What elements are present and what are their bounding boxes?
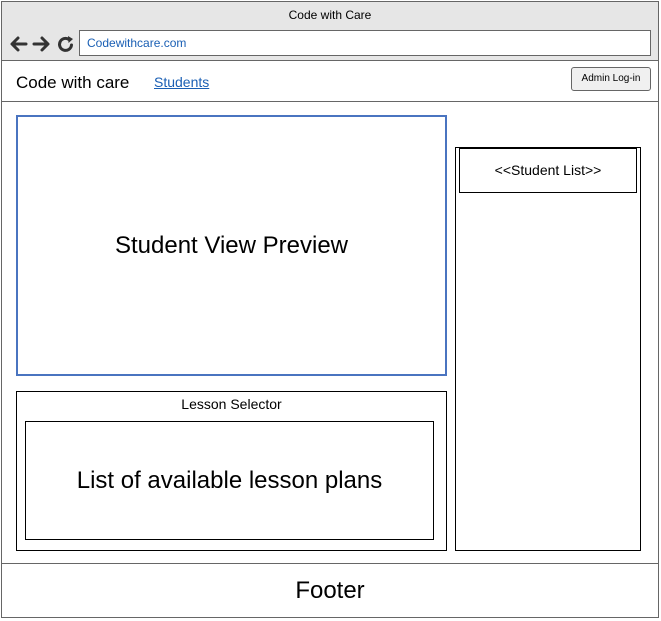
browser-window: Code with Care Codewithcare.com Code wit… xyxy=(1,1,659,618)
back-arrow-icon[interactable] xyxy=(8,34,28,54)
address-bar[interactable]: Codewithcare.com xyxy=(79,30,651,56)
lesson-selector: Lesson Selector List of available lesson… xyxy=(16,391,447,551)
lesson-plan-list-label: List of available lesson plans xyxy=(76,466,383,494)
admin-login-button[interactable]: Admin Log-in xyxy=(571,67,651,91)
students-link[interactable]: Students xyxy=(154,74,209,90)
lesson-selector-title: Lesson Selector xyxy=(181,396,282,412)
browser-toolbar: Codewithcare.com xyxy=(2,29,658,61)
refresh-icon[interactable] xyxy=(56,34,76,54)
preview-label: Student View Preview xyxy=(114,231,348,259)
site-header: Code with care Students Admin Log-in xyxy=(2,61,658,102)
page-footer: Footer xyxy=(2,563,658,617)
lesson-plan-list[interactable]: List of available lesson plans xyxy=(25,421,434,540)
student-view-preview: Student View Preview xyxy=(16,115,447,376)
site-brand: Code with care xyxy=(16,73,130,92)
forward-arrow-icon[interactable] xyxy=(32,34,52,54)
student-panel: <<Student List>> xyxy=(455,147,641,551)
window-title: Code with Care xyxy=(2,2,658,29)
student-list[interactable]: <<Student List>> xyxy=(459,148,637,193)
